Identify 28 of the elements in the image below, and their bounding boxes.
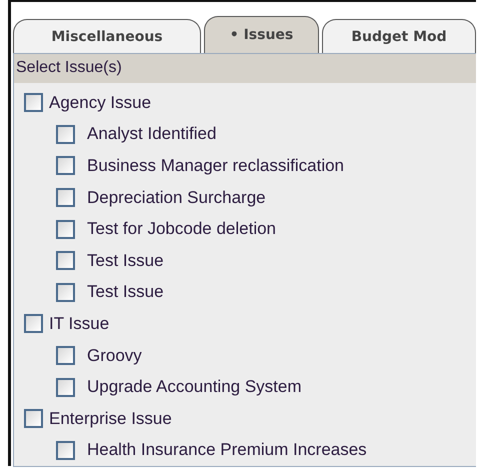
checkbox[interactable] bbox=[56, 282, 75, 302]
issue-label: Agency Issue bbox=[49, 92, 152, 113]
issue-label: Depreciation Surcharge bbox=[87, 188, 266, 208]
checkbox[interactable] bbox=[56, 346, 75, 366]
issue-label: Enterprise Issue bbox=[49, 408, 172, 429]
tab[interactable]: • Issues bbox=[204, 16, 319, 53]
tab[interactable]: Miscellaneous bbox=[13, 19, 201, 53]
issue-label: Business Manager reclassification bbox=[87, 156, 344, 176]
panel-heading: Select Issue(s) bbox=[14, 54, 476, 83]
checkbox[interactable] bbox=[56, 156, 75, 176]
checkbox[interactable] bbox=[56, 188, 75, 208]
issue-label: Groovy bbox=[87, 346, 142, 366]
checkbox[interactable] bbox=[56, 124, 75, 144]
issue-label: Test Issue bbox=[87, 250, 164, 271]
checkbox[interactable] bbox=[56, 440, 75, 460]
checkbox[interactable] bbox=[24, 93, 43, 112]
checkbox[interactable] bbox=[24, 314, 43, 334]
tab[interactable]: Budget Mod bbox=[322, 19, 476, 53]
checkbox[interactable] bbox=[56, 220, 75, 239]
issue-label: Test Issue bbox=[87, 282, 164, 302]
issue-label: Health Insurance Premium Increases bbox=[87, 440, 367, 460]
issue-label: Upgrade Accounting System bbox=[87, 377, 302, 398]
issue-label: IT Issue bbox=[49, 314, 110, 334]
checkbox[interactable] bbox=[56, 378, 75, 397]
checkbox[interactable] bbox=[56, 251, 75, 270]
checkbox[interactable] bbox=[24, 409, 43, 428]
issue-label: Analyst Identified bbox=[87, 124, 216, 144]
issue-label: Test for Jobcode deletion bbox=[87, 219, 276, 240]
